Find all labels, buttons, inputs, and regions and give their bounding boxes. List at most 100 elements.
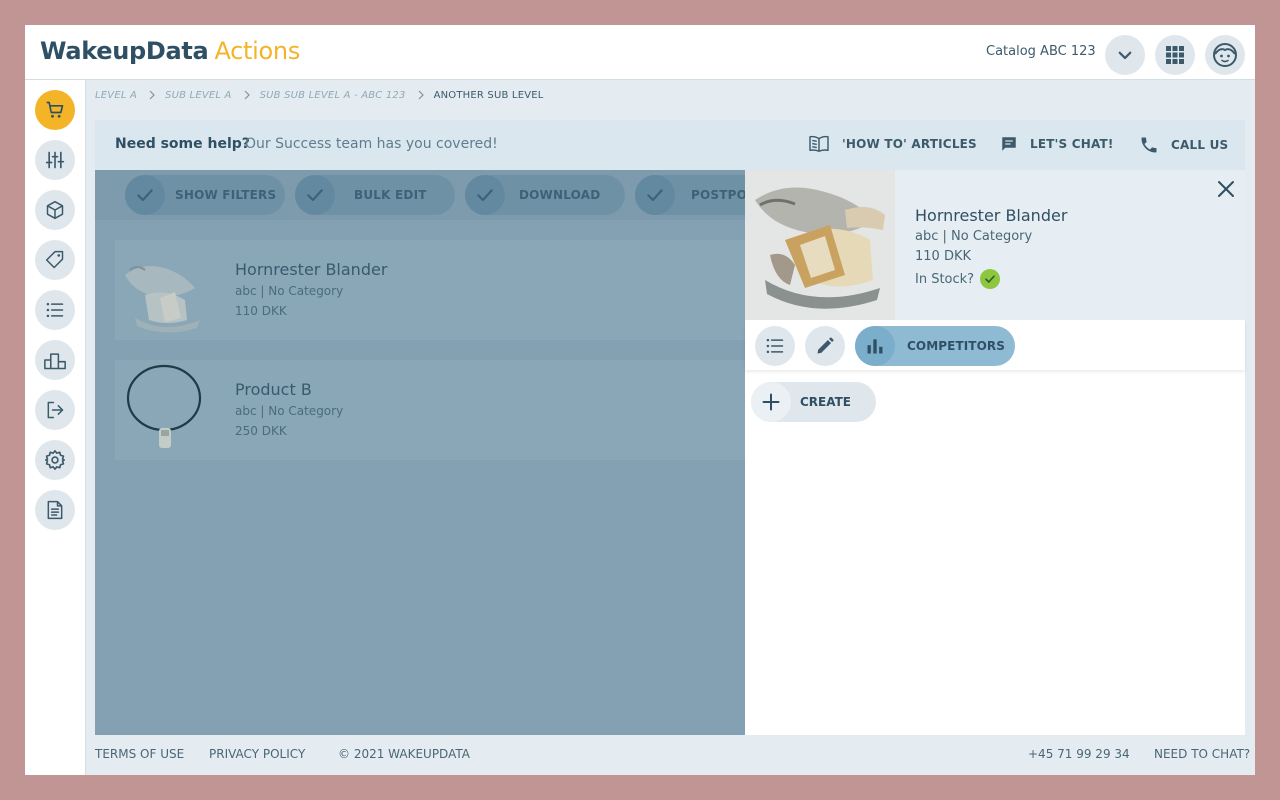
check-icon bbox=[465, 175, 505, 215]
help-bar: Need some help? Our Success team has you… bbox=[95, 120, 1245, 170]
tab-competitors[interactable]: COMPETITORS bbox=[855, 326, 1015, 366]
logo-primary-text: WakeupData bbox=[40, 37, 209, 65]
bar-chart-icon bbox=[855, 326, 895, 366]
tab-details-list[interactable] bbox=[755, 326, 795, 366]
list-icon bbox=[46, 302, 64, 318]
chevron-down-icon bbox=[1118, 51, 1132, 60]
help-question: Need some help? bbox=[115, 136, 250, 152]
product-name: Hornrester Blander bbox=[235, 260, 388, 279]
tab-edit[interactable] bbox=[805, 326, 845, 366]
copyright-text: © 2021 WAKEUPDATA bbox=[338, 747, 470, 761]
apps-grid-icon bbox=[1166, 46, 1184, 64]
detail-product-name: Hornrester Blander bbox=[915, 206, 1068, 225]
product-detail-header: Hornrester Blander abc | No Category 110… bbox=[745, 170, 1245, 320]
chat-icon bbox=[1002, 137, 1016, 151]
actions-bar: SHOW FILTERS BULK EDIT DOWNLOAD POSTPONE bbox=[95, 170, 745, 220]
lets-chat-link[interactable]: LET'S CHAT! bbox=[1000, 135, 1114, 153]
stock-label: In Stock? bbox=[915, 271, 975, 287]
privacy-policy-link[interactable]: PRIVACY POLICY bbox=[209, 747, 305, 761]
catalog-dropdown-button[interactable] bbox=[1105, 35, 1145, 75]
check-circle-icon bbox=[980, 269, 1001, 289]
document-icon bbox=[47, 500, 63, 520]
breadcrumb-item-current: ANOTHER SUB LEVEL bbox=[433, 89, 544, 101]
user-menu-button[interactable] bbox=[1205, 35, 1245, 75]
postpone-button[interactable]: POSTPONE bbox=[635, 175, 745, 215]
sidebar-item-products[interactable] bbox=[35, 190, 75, 230]
footer: TERMS OF USE PRIVACY POLICY © 2021 WAKEU… bbox=[95, 747, 1250, 763]
check-icon bbox=[295, 175, 335, 215]
product-price: 110 DKK bbox=[235, 304, 287, 318]
breadcrumb-item-sub-level[interactable]: SUB LEVEL A bbox=[165, 90, 232, 101]
podium-icon bbox=[44, 353, 66, 370]
top-header: WakeupData Actions Catalog ABC 123 bbox=[25, 25, 1255, 80]
sidebar-item-reports[interactable] bbox=[35, 490, 75, 530]
pencil-icon bbox=[817, 337, 834, 354]
bulk-edit-button[interactable]: BULK EDIT bbox=[295, 175, 455, 215]
how-to-articles-label: 'HOW TO' ARTICLES bbox=[842, 137, 977, 151]
phone-number-link[interactable]: +45 71 99 29 34 bbox=[1028, 747, 1130, 761]
create-label: CREATE bbox=[800, 395, 851, 409]
chevron-right-icon bbox=[149, 90, 155, 100]
tag-icon bbox=[45, 250, 64, 269]
book-icon bbox=[809, 135, 829, 152]
breadcrumb-item-sub-sub-level[interactable]: SUB SUB LEVEL A - ABC 123 bbox=[260, 90, 406, 101]
sidebar-nav bbox=[25, 80, 86, 775]
sidebar-item-lists[interactable] bbox=[35, 290, 75, 330]
product-category: abc | No Category bbox=[235, 284, 344, 298]
box-icon bbox=[46, 200, 64, 220]
detail-product-price: 110 DKK bbox=[915, 249, 972, 264]
close-icon bbox=[1218, 181, 1234, 197]
show-filters-button[interactable]: SHOW FILTERS bbox=[125, 175, 285, 215]
logout-icon bbox=[47, 401, 64, 419]
product-row[interactable]: Product B abc | No Category 250 DKK bbox=[115, 360, 745, 460]
terms-of-use-link[interactable]: TERMS OF USE bbox=[95, 747, 184, 761]
product-name: Product B bbox=[235, 380, 312, 399]
create-button[interactable]: CREATE bbox=[751, 382, 876, 422]
sidebar-item-logout[interactable] bbox=[35, 390, 75, 430]
download-button[interactable]: DOWNLOAD bbox=[465, 175, 625, 215]
sidebar-item-settings[interactable] bbox=[35, 440, 75, 480]
show-filters-label: SHOW FILTERS bbox=[175, 188, 277, 202]
sidebar-item-rankings[interactable] bbox=[35, 340, 75, 380]
check-icon bbox=[125, 175, 165, 215]
gear-icon bbox=[45, 450, 65, 470]
competitors-label: COMPETITORS bbox=[907, 339, 1005, 353]
app-window: WakeupData Actions Catalog ABC 123 LEVEL… bbox=[25, 25, 1255, 775]
help-subtitle: Our Success team has you covered! bbox=[245, 136, 498, 152]
sidebar-item-tags[interactable] bbox=[35, 240, 75, 280]
app-logo[interactable]: WakeupData Actions bbox=[40, 37, 300, 65]
postpone-label: POSTPONE bbox=[691, 188, 745, 202]
user-avatar-icon bbox=[1213, 43, 1237, 67]
product-category: abc | No Category bbox=[235, 404, 344, 418]
lets-chat-label: LET'S CHAT! bbox=[1030, 137, 1114, 151]
call-us-link[interactable]: CALL US bbox=[1139, 135, 1228, 155]
detail-tabs: COMPETITORS bbox=[745, 320, 1245, 370]
product-detail-panel: Hornrester Blander abc | No Category 110… bbox=[745, 170, 1245, 735]
check-icon bbox=[635, 175, 675, 215]
logo-secondary-text: Actions bbox=[214, 37, 301, 65]
how-to-articles-link[interactable]: 'HOW TO' ARTICLES bbox=[808, 135, 977, 153]
product-list-backdrop[interactable]: SHOW FILTERS BULK EDIT DOWNLOAD POSTPONE bbox=[95, 170, 745, 735]
sidebar-item-cart[interactable] bbox=[35, 90, 75, 130]
breadcrumb: LEVEL A SUB LEVEL A SUB SUB LEVEL A - AB… bbox=[95, 87, 544, 103]
call-us-label: CALL US bbox=[1171, 138, 1229, 152]
detail-product-category: abc | No Category bbox=[915, 229, 1033, 244]
apps-button[interactable] bbox=[1155, 35, 1195, 75]
list-icon bbox=[766, 338, 784, 354]
plus-icon bbox=[751, 382, 791, 422]
sliders-icon bbox=[45, 151, 65, 169]
product-row[interactable]: Hornrester Blander abc | No Category 110… bbox=[115, 240, 745, 340]
breadcrumb-item-level-a[interactable]: LEVEL A bbox=[95, 90, 137, 101]
main-content: SHOW FILTERS BULK EDIT DOWNLOAD POSTPONE bbox=[95, 170, 1245, 735]
sidebar-item-filters[interactable] bbox=[35, 140, 75, 180]
need-to-chat-link[interactable]: NEED TO CHAT? bbox=[1154, 747, 1250, 761]
bulk-edit-label: BULK EDIT bbox=[354, 188, 427, 202]
phone-icon bbox=[1141, 137, 1157, 153]
download-label: DOWNLOAD bbox=[519, 188, 601, 202]
product-detail-image bbox=[745, 170, 895, 320]
product-thumbnail bbox=[115, 360, 215, 460]
detail-stock-status: In Stock? bbox=[915, 269, 1001, 289]
chevron-right-icon bbox=[244, 90, 250, 100]
close-panel-button[interactable] bbox=[1215, 178, 1237, 200]
product-price: 250 DKK bbox=[235, 424, 287, 438]
